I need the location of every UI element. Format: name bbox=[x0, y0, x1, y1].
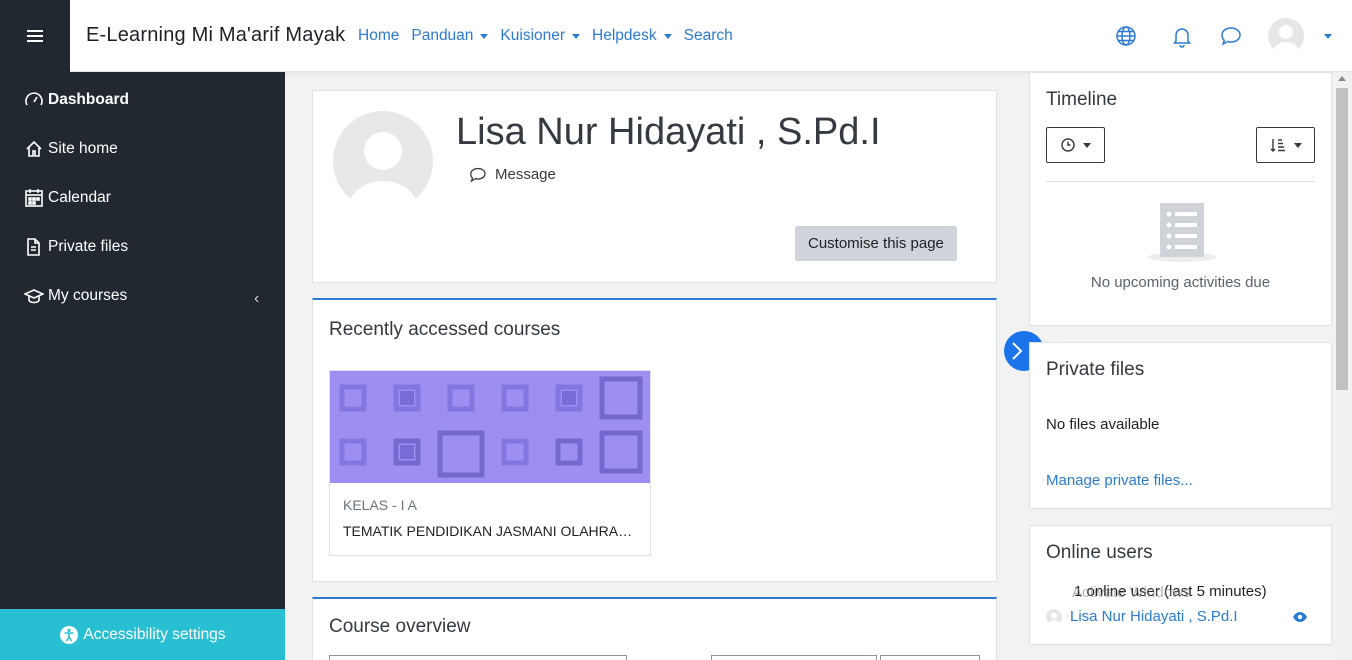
course-category: KELAS - I A bbox=[343, 497, 417, 513]
dashboard-icon bbox=[25, 92, 43, 106]
sidebar-item-private-files[interactable]: Private files bbox=[24, 237, 128, 257]
calendar-icon bbox=[25, 189, 43, 207]
online-user-row: Lisa Nur Hidayati , S.Pd.I bbox=[1046, 608, 1238, 625]
sidebar-item-my-courses[interactable]: My courses bbox=[24, 286, 127, 306]
page-scrollbar[interactable] bbox=[1333, 72, 1352, 660]
user-avatar-icon bbox=[1046, 608, 1062, 625]
menu-toggle-button[interactable] bbox=[0, 0, 70, 72]
sort-icon bbox=[1270, 139, 1285, 152]
profile-name: Lisa Nur Hidayati , S.Pd.I bbox=[456, 111, 881, 153]
private-files-block: Private files No files available Manage … bbox=[1029, 342, 1332, 509]
chevron-right-icon bbox=[1012, 342, 1023, 360]
eye-icon[interactable] bbox=[1292, 611, 1308, 623]
timeline-empty-message: No upcoming activities due bbox=[1090, 274, 1271, 291]
primary-nav: Home Panduan Kuisioner Helpdesk Search bbox=[358, 27, 745, 45]
online-users-title: Online users bbox=[1046, 542, 1153, 563]
accessibility-icon bbox=[60, 625, 79, 644]
hamburger-icon bbox=[27, 30, 43, 42]
timeline-title: Timeline bbox=[1046, 89, 1118, 110]
course-image bbox=[330, 371, 650, 483]
nav-search[interactable]: Search bbox=[684, 27, 733, 45]
chevron-down-icon bbox=[572, 33, 581, 39]
online-users-subtitle: 1 online user (last 5 minutes) bbox=[1074, 583, 1267, 600]
timeline-block: Timeline No upcoming activities due bbox=[1029, 72, 1332, 326]
scrollbar-thumb[interactable] bbox=[1336, 88, 1348, 390]
private-files-title: Private files bbox=[1046, 359, 1145, 380]
chevron-left-icon[interactable]: ‹ bbox=[254, 290, 259, 308]
timeline-sort-dropdown[interactable] bbox=[1256, 127, 1315, 163]
chat-icon bbox=[470, 167, 486, 182]
profile-header-card: Lisa Nur Hidayati , S.Pd.I Message Custo… bbox=[312, 90, 997, 283]
course-overview-title: Course overview bbox=[329, 616, 471, 637]
scroll-up-arrow-icon[interactable] bbox=[1338, 76, 1346, 81]
user-avatar[interactable] bbox=[1268, 18, 1304, 54]
nav-panduan[interactable]: Panduan bbox=[411, 27, 489, 45]
chevron-down-icon bbox=[480, 33, 489, 39]
online-users-block: Online users 1 online user (last 5 minut… bbox=[1029, 525, 1332, 645]
manage-private-files-link[interactable]: Manage private files... bbox=[1046, 472, 1193, 489]
sidebar-item-site-home[interactable]: Site home bbox=[24, 139, 118, 159]
timeline-filter-dropdown[interactable] bbox=[1046, 127, 1105, 163]
nav-kuisioner[interactable]: Kuisioner bbox=[500, 27, 581, 45]
files-icon bbox=[27, 238, 40, 256]
globe-icon[interactable] bbox=[1114, 24, 1138, 48]
chat-icon[interactable] bbox=[1219, 24, 1243, 48]
home-icon bbox=[26, 140, 42, 157]
chevron-down-icon bbox=[1293, 142, 1302, 148]
accessibility-settings-button[interactable]: Accessibility settings bbox=[0, 609, 285, 660]
course-card[interactable]: KELAS - I A TEMATIK PENDIDIKAN JASMANI O… bbox=[329, 370, 651, 556]
graduation-cap-icon bbox=[24, 289, 44, 304]
nav-home[interactable]: Home bbox=[358, 27, 399, 45]
empty-list-icon bbox=[1148, 203, 1216, 262]
sidebar-item-dashboard[interactable]: Dashboard bbox=[24, 90, 129, 110]
chevron-down-icon bbox=[663, 33, 672, 39]
course-overview-block: Course overview bbox=[312, 597, 997, 660]
message-button[interactable]: Message bbox=[469, 166, 556, 183]
course-pattern-image bbox=[330, 371, 650, 483]
course-sort-dropdown[interactable] bbox=[711, 655, 877, 660]
private-files-empty: No files available bbox=[1046, 416, 1160, 433]
user-menu-chevron-icon[interactable] bbox=[1324, 34, 1332, 39]
nav-helpdesk[interactable]: Helpdesk bbox=[592, 27, 672, 45]
bell-icon[interactable] bbox=[1170, 24, 1194, 48]
chevron-down-icon bbox=[1082, 142, 1091, 148]
divider bbox=[1046, 181, 1315, 182]
course-filter-dropdown[interactable] bbox=[329, 655, 627, 660]
sidebar-item-calendar[interactable]: Calendar bbox=[24, 188, 111, 208]
profile-avatar bbox=[333, 111, 433, 211]
clock-icon bbox=[1060, 138, 1075, 152]
user-silhouette-icon bbox=[1273, 25, 1299, 54]
recent-courses-block: Recently accessed courses KELAS - I A TE… bbox=[312, 298, 997, 582]
nav-drawer: Dashboard Site home Calendar Private fil… bbox=[0, 72, 285, 660]
course-view-dropdown[interactable] bbox=[880, 655, 980, 660]
user-silhouette-icon bbox=[349, 132, 417, 211]
recent-courses-title: Recently accessed courses bbox=[329, 319, 561, 340]
top-navbar: E-Learning Mi Ma'arif Mayak Home Panduan… bbox=[0, 0, 1352, 72]
course-name[interactable]: TEMATIK PENDIDIKAN JASMANI OLAHRAGA DAN … bbox=[343, 523, 643, 539]
online-user-link[interactable]: Lisa Nur Hidayati , S.Pd.I bbox=[1070, 608, 1238, 625]
customise-page-button[interactable]: Customise this page bbox=[795, 226, 957, 261]
site-brand[interactable]: E-Learning Mi Ma'arif Mayak bbox=[86, 24, 345, 47]
